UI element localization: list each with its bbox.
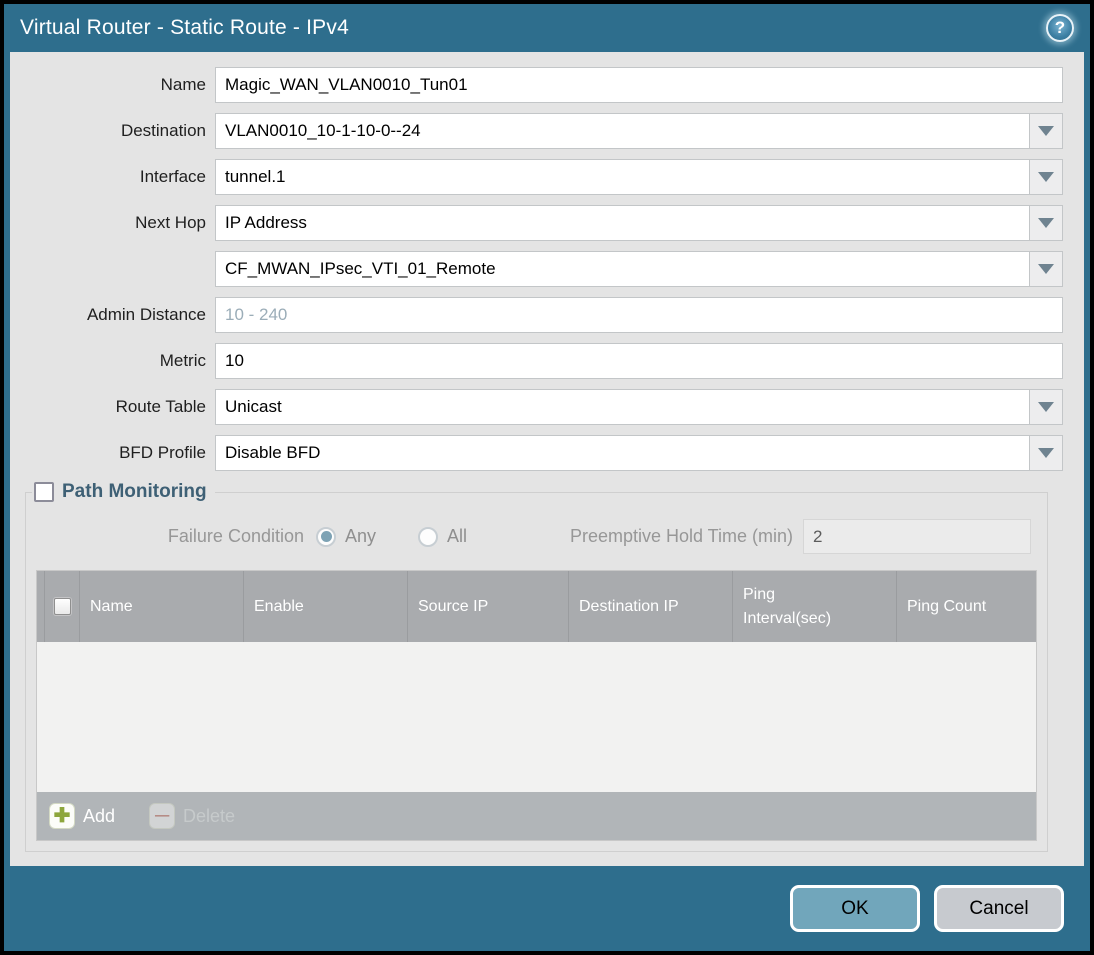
- next-hop-address-dropdown-button[interactable]: [1029, 252, 1062, 286]
- route-table-dropdown-button[interactable]: [1029, 390, 1062, 424]
- interface-field-wrap: [215, 159, 1063, 195]
- add-button-label: Add: [83, 805, 116, 826]
- path-monitoring-legend: Path Monitoring: [32, 481, 215, 503]
- table-body-empty: [37, 642, 1036, 792]
- form-row-bfd-profile: BFD Profile: [10, 435, 1063, 471]
- chevron-down-icon: [1038, 402, 1054, 412]
- name-field-wrap: [215, 67, 1063, 103]
- destination-dropdown-button[interactable]: [1029, 114, 1062, 148]
- metric-wrap: [215, 343, 1063, 379]
- chevron-down-icon: [1038, 126, 1054, 136]
- column-header-source-ip: Source IP: [408, 571, 569, 642]
- interface-input[interactable]: [216, 160, 1029, 194]
- next-hop-address-wrap: [215, 251, 1063, 287]
- interface-dropdown-button[interactable]: [1029, 160, 1062, 194]
- radio-all-icon[interactable]: [418, 526, 439, 547]
- bfd-profile-input[interactable]: [216, 436, 1029, 470]
- route-table-input[interactable]: [216, 390, 1029, 424]
- plus-icon: ✚: [49, 803, 75, 829]
- delete-button-label: Delete: [183, 805, 236, 826]
- path-monitoring-table: Name Enable Source IP Destination IP Pin…: [36, 570, 1037, 841]
- preemptive-hold-time-label: Preemptive Hold Time (min): [569, 526, 793, 546]
- minus-icon: ─: [149, 803, 176, 829]
- column-header-name: Name: [80, 571, 244, 642]
- path-monitoring-checkbox[interactable]: [34, 482, 54, 502]
- route-table-label: Route Table: [115, 397, 206, 416]
- name-input[interactable]: [216, 68, 1062, 102]
- form-row-metric: Metric: [10, 343, 1063, 379]
- titlebar: Virtual Router - Static Route - IPv4 ?: [4, 4, 1090, 52]
- header-strip: [37, 571, 45, 642]
- failure-condition-label: Failure Condition: [167, 526, 304, 546]
- destination-field-wrap: [215, 113, 1063, 149]
- select-all-checkbox[interactable]: [53, 598, 71, 615]
- chevron-down-icon: [1038, 448, 1054, 458]
- name-label: Name: [160, 75, 206, 94]
- bfd-profile-wrap: [215, 435, 1063, 471]
- chevron-down-icon: [1038, 218, 1054, 228]
- table-toolbar: ✚ Add ─ Delete: [37, 792, 1036, 840]
- path-monitoring-section: Path Monitoring Failure Condition Any Al…: [25, 481, 1048, 852]
- next-hop-address-input[interactable]: [216, 252, 1029, 286]
- header-checkbox-cell: [45, 571, 80, 642]
- interface-label: Interface: [139, 167, 206, 186]
- next-hop-type-wrap: [215, 205, 1063, 241]
- admin-distance-input[interactable]: [216, 298, 1062, 332]
- destination-label: Destination: [120, 121, 206, 140]
- add-button[interactable]: ✚ Add: [49, 803, 115, 829]
- failure-condition-any-option[interactable]: Any: [316, 526, 376, 547]
- next-hop-type-dropdown-button[interactable]: [1029, 206, 1062, 240]
- dialog-title: Virtual Router - Static Route - IPv4: [20, 16, 349, 39]
- bfd-profile-dropdown-button[interactable]: [1029, 436, 1062, 470]
- static-route-dialog: Virtual Router - Static Route - IPv4 ? N…: [0, 0, 1094, 955]
- radio-any-label: Any: [345, 526, 377, 546]
- chevron-down-icon: [1038, 264, 1054, 274]
- form-row-next-hop-address: [10, 251, 1063, 287]
- column-header-enable: Enable: [244, 571, 408, 642]
- column-header-destination-ip: Destination IP: [569, 571, 733, 642]
- form-row-destination: Destination: [10, 113, 1063, 149]
- form-row-next-hop: Next Hop: [10, 205, 1063, 241]
- metric-input[interactable]: [216, 344, 1062, 378]
- column-header-ping-count: Ping Count: [907, 597, 987, 615]
- form-row-route-table: Route Table: [10, 389, 1063, 425]
- radio-all-label: All: [447, 526, 468, 546]
- dialog-body: Name Destination Interface Next Hop: [10, 52, 1084, 866]
- form-row-admin-distance: Admin Distance: [10, 297, 1063, 333]
- bfd-profile-label: BFD Profile: [119, 443, 206, 462]
- chevron-down-icon: [1038, 172, 1054, 182]
- next-hop-type-input[interactable]: [216, 206, 1029, 240]
- route-table-wrap: [215, 389, 1063, 425]
- column-header-ping-interval: Ping Interval(sec): [733, 571, 897, 642]
- destination-input[interactable]: [216, 114, 1029, 148]
- admin-distance-wrap: [215, 297, 1063, 333]
- next-hop-label: Next Hop: [135, 213, 206, 232]
- form-row-name: Name: [10, 67, 1063, 103]
- table-header: Name Enable Source IP Destination IP Pin…: [37, 571, 1036, 642]
- failure-condition-all-option[interactable]: All: [418, 526, 467, 547]
- radio-any-icon[interactable]: [316, 526, 336, 547]
- dialog-footer: OK Cancel: [4, 866, 1090, 951]
- preemptive-hold-time-input[interactable]: [803, 519, 1031, 554]
- path-monitoring-title: Path Monitoring: [62, 481, 207, 502]
- form-row-interface: Interface: [10, 159, 1063, 195]
- cancel-button[interactable]: Cancel: [934, 885, 1064, 932]
- ok-button[interactable]: OK: [790, 885, 920, 932]
- help-icon[interactable]: ?: [1046, 14, 1074, 42]
- admin-distance-label: Admin Distance: [86, 305, 206, 324]
- failure-condition-row: Failure Condition Any All Preemptive Hol…: [26, 519, 1047, 554]
- delete-button[interactable]: ─ Delete: [149, 803, 235, 829]
- metric-label: Metric: [159, 351, 206, 370]
